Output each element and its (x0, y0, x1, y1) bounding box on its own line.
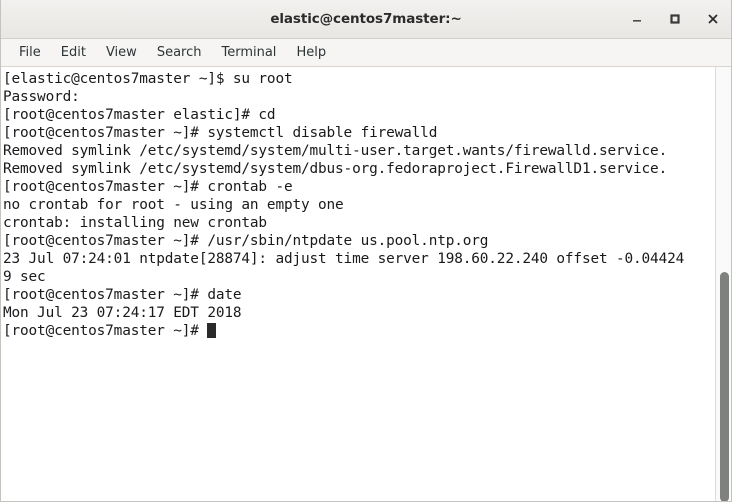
terminal-line: [root@centos7master ~]# /usr/sbin/ntpdat… (3, 232, 715, 250)
terminal-cursor (207, 323, 217, 338)
terminal-line-text: Removed symlink /etc/systemd/system/dbus… (3, 161, 668, 177)
terminal-line-text: [root@centos7master ~]# systemctl disabl… (3, 125, 438, 141)
terminal-screen[interactable]: [elastic@centos7master ~]$ su root Passwo… (1, 67, 715, 501)
terminal-line: [root@centos7master elastic]# cd (3, 106, 715, 124)
terminal-line: [elastic@centos7master ~]$ su root (3, 70, 715, 88)
terminal-line: Mon Jul 23 07:24:17 EDT 2018 (3, 304, 715, 322)
terminal-line-text: [root@centos7master ~]# (3, 323, 208, 339)
menu-item-help[interactable]: Help (286, 43, 336, 62)
terminal-line: Password: (3, 88, 715, 106)
terminal-line: crontab: installing new crontab (3, 214, 715, 232)
terminal-scrollbar[interactable] (715, 67, 731, 501)
terminal-line: [root@centos7master ~]# (3, 322, 715, 340)
minimize-icon (633, 20, 641, 22)
terminal-line-text: crontab: installing new crontab (3, 215, 267, 231)
terminal-line-text: Mon Jul 23 07:24:17 EDT 2018 (3, 305, 242, 321)
terminal-line-text: no crontab for root - using an empty one (3, 197, 344, 213)
menu-bar: File Edit View Search Terminal Help (1, 39, 731, 67)
menu-item-terminal[interactable]: Terminal (211, 43, 286, 62)
terminal-line: [root@centos7master ~]# crontab -e (3, 178, 715, 196)
title-bar[interactable]: elastic@centos7master:~ (1, 0, 731, 39)
terminal-output: [elastic@centos7master ~]$ su root Passwo… (3, 70, 715, 340)
terminal-area: [elastic@centos7master ~]$ su root Passwo… (1, 67, 731, 501)
maximize-button[interactable] (665, 9, 685, 29)
terminal-line: no crontab for root - using an empty one (3, 196, 715, 214)
window-controls (627, 0, 723, 38)
maximize-icon (670, 14, 680, 24)
terminal-line-text: 23 Jul 07:24:01 ntpdate[28874]: adjust t… (3, 251, 685, 267)
terminal-line-text: [root@centos7master ~]# /usr/sbin/ntpdat… (3, 233, 489, 249)
close-button[interactable] (703, 9, 723, 29)
terminal-window: elastic@centos7master:~ File Edit View S… (0, 0, 732, 502)
window-title: elastic@centos7master:~ (270, 11, 462, 27)
minimize-button[interactable] (627, 9, 647, 29)
terminal-line-text: [elastic@centos7master ~]$ su root (3, 71, 293, 87)
terminal-line-text: Removed symlink /etc/systemd/system/mult… (3, 143, 668, 159)
menu-item-edit[interactable]: Edit (51, 43, 96, 62)
terminal-line-text: 9 sec (3, 269, 46, 285)
terminal-line: Removed symlink /etc/systemd/system/dbus… (3, 160, 715, 178)
terminal-line-text: [root@centos7master elastic]# cd (3, 107, 276, 123)
terminal-line-text: Password: (3, 89, 80, 105)
menu-item-file[interactable]: File (9, 43, 51, 62)
terminal-line-text: [root@centos7master ~]# date (3, 287, 242, 303)
menu-item-view[interactable]: View (96, 43, 147, 62)
menu-item-search[interactable]: Search (147, 43, 212, 62)
close-icon (708, 14, 718, 24)
terminal-line-text: [root@centos7master ~]# crontab -e (3, 179, 293, 195)
scrollbar-thumb[interactable] (720, 272, 729, 501)
terminal-line: 9 sec (3, 268, 715, 286)
terminal-line: [root@centos7master ~]# systemctl disabl… (3, 124, 715, 142)
terminal-line: [root@centos7master ~]# date (3, 286, 715, 304)
terminal-line: Removed symlink /etc/systemd/system/mult… (3, 142, 715, 160)
terminal-line: 23 Jul 07:24:01 ntpdate[28874]: adjust t… (3, 250, 715, 268)
